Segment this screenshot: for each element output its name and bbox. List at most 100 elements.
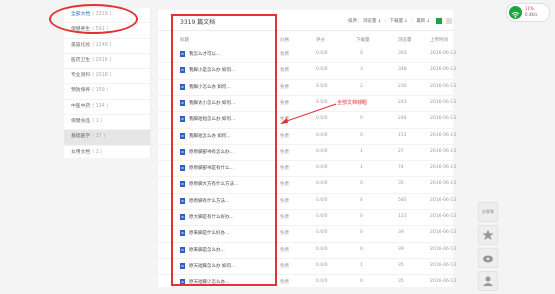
word-file-icon: W xyxy=(180,67,185,74)
document-title-link[interactable]: 原原脚大方有什么方法... xyxy=(189,181,261,187)
sidebar-item[interactable]: 美容化妆( 1249 ) xyxy=(64,39,150,54)
table-row[interactable]: W 原来脚是什么好办... 免费 0.0/0 0 39 2016-06-13 xyxy=(158,226,456,243)
document-title-link[interactable]: 原原脚部书有怎么办... xyxy=(189,149,261,155)
cell-price: 免费 xyxy=(280,133,289,139)
document-title-link[interactable]: 我脚小怎么办 如何... xyxy=(189,84,261,90)
sidebar-item-label: 全部文档 xyxy=(71,12,91,17)
document-title-link[interactable]: 我怎么才可以... xyxy=(189,51,261,57)
word-file-icon: W xyxy=(180,132,185,139)
cell-score: 0.0/0 xyxy=(316,132,328,138)
feedback-button[interactable] xyxy=(478,271,498,291)
table-row[interactable]: W 原原脚大方有什么方法... 免费 0.0/0 0 35 2016-06-13 xyxy=(158,177,456,194)
table-row[interactable]: W 我怎么才可以... 免费 0.0/0 0 393 2016-06-13 xyxy=(158,47,456,64)
table-row[interactable]: W 原原脚有什么方法... 免费 0.0/0 4 580 2016-06-13 xyxy=(158,194,456,211)
sidebar-item[interactable]: 中医中药( 134 ) xyxy=(64,100,150,116)
document-count: 3319 篇文档 xyxy=(180,19,216,26)
document-title-link[interactable]: 原来脚是怎么办... xyxy=(189,247,261,253)
star-icon xyxy=(482,229,494,240)
sidebar-item-label: 美容化妆 xyxy=(71,42,91,48)
sidebar-item-count: ( 3319 ) xyxy=(92,12,112,17)
sidebar-item-label: 医药卫生 xyxy=(71,57,91,63)
sort-option-downloads[interactable]: 下载量 xyxy=(390,19,404,24)
cell-price: 免费 xyxy=(280,215,289,220)
table-row[interactable]: W 我脚短怎么办 如何... 免费 0.0/0 0 151 2016-06-13 xyxy=(158,129,456,145)
favorite-button[interactable] xyxy=(478,225,498,245)
network-speed-badge[interactable]: 11% 0.4K/s xyxy=(506,3,550,22)
cell-dl: 2 xyxy=(360,83,363,89)
sidebar-item[interactable]: 基础医学( 37 ) xyxy=(64,130,150,146)
cell-score: 0.0/0 xyxy=(316,246,328,252)
document-title-link[interactable]: 我脚太小怎么办 如何... xyxy=(189,100,261,106)
document-title-link[interactable]: 原天短脚少怎么办... xyxy=(189,279,261,285)
document-title-link[interactable]: 我脚小是怎么办 如何... xyxy=(189,67,261,73)
document-title-link[interactable]: 我脚短怎么办 如何... xyxy=(189,133,261,139)
cell-views: 151 xyxy=(398,132,407,138)
word-file-icon: W xyxy=(180,262,185,269)
cell-views: 123 xyxy=(398,214,407,219)
cell-score: 0.0/0 xyxy=(316,165,328,171)
list-header: 3319 篇文档 排序： 浏览量↓ | 下载量↓ | 最新↓ xyxy=(158,10,453,31)
sidebar-item-label: 女用文档 xyxy=(71,149,91,155)
sidebar-item-count: ( 1 ) xyxy=(92,149,103,155)
table-row[interactable]: W 原原脚部书有怎么办... 免费 0.0/0 1 27 2016-06-13 xyxy=(158,145,456,162)
document-list-panel: 3319 篇文档 排序： 浏览量↓ | 下载量↓ | 最新↓ 标题 价格 评分 … xyxy=(158,10,457,292)
sidebar-item-count: ( 2018 ) xyxy=(92,73,112,79)
weibo-button[interactable] xyxy=(478,248,498,268)
table-row[interactable]: W 原天短脚少怎么办... 免费 0.0/0 0 35 2016-06-13 xyxy=(158,275,456,292)
sidebar-item[interactable]: 女用文档( 1 ) xyxy=(64,146,150,161)
sidebar-item[interactable]: 专业资料( 2018 ) xyxy=(64,69,150,85)
sidebar-item-label: 基础医学 xyxy=(71,134,91,140)
cell-views: 74 xyxy=(398,165,404,171)
sidebar-item[interactable]: 全部文档( 3319 ) xyxy=(64,8,150,24)
category-sidebar: 全部文档( 3319 ) 保健养生( 591 ) 美容化妆( 1249 ) 医药卫生(… xyxy=(64,8,151,161)
cell-views: 35 xyxy=(398,262,404,268)
sidebar-item-label: 预防保养 xyxy=(71,88,91,94)
table-row[interactable]: W 我脚小怎么办 如何... 免费 0.0/0 2 230 2016-06-13 xyxy=(158,80,456,96)
user-icon xyxy=(483,276,493,286)
document-title-link[interactable]: 原原脚部书是有什么... xyxy=(189,165,261,171)
column-date: 上传时间 xyxy=(430,38,448,43)
cell-price: 免费 xyxy=(280,84,289,90)
sidebar-item[interactable]: 预防保养( 159 ) xyxy=(64,84,150,100)
word-file-icon: W xyxy=(180,230,185,237)
cell-score: 0.0/0 xyxy=(316,148,328,154)
document-title-link[interactable]: 原来脚是什么好办... xyxy=(189,230,261,236)
document-title-link[interactable]: 我脚短短怎么办 如何... xyxy=(189,116,261,122)
cell-dl: 0 xyxy=(360,181,363,187)
sidebar-item-count: ( 591 ) xyxy=(92,27,109,33)
cell-score: 0.0/0 xyxy=(316,197,328,203)
sidebar-item[interactable]: 医药卫生( 2016 ) xyxy=(64,54,150,70)
grid-view-icon[interactable] xyxy=(436,18,442,24)
cell-price: 免费 xyxy=(280,117,289,123)
document-title-link[interactable]: 原原脚有什么方法... xyxy=(189,198,261,204)
sidebar-item-count: ( 2016 ) xyxy=(92,57,112,63)
list-view-icon[interactable] xyxy=(446,18,452,24)
cell-dl: 0 xyxy=(360,51,363,56)
cell-views: 39 xyxy=(398,246,404,252)
share-button[interactable]: 分享到 xyxy=(478,202,498,222)
table-row[interactable]: W 我脚太小怎么办 如何... 免费 0.0/0 0 243 2016-06-13 xyxy=(158,96,456,113)
table-row[interactable]: W 原原脚部书是有什么... 免费 0.0/0 1 74 2016-06-13 xyxy=(158,161,456,178)
cell-price: 免费 xyxy=(280,52,289,57)
network-speed-text: 11% 0.4K/s xyxy=(525,6,537,18)
sidebar-item[interactable]: 保健养生( 591 ) xyxy=(64,23,150,39)
cell-dl: 0 xyxy=(360,132,363,138)
table-row[interactable]: W 我脚短短怎么办 如何... 免费 0.0/0 0 248 2016-06-13 xyxy=(158,112,456,129)
document-title-link[interactable]: 原大脚是有什么好办... xyxy=(189,214,261,220)
word-file-icon: W xyxy=(180,99,185,106)
cell-dl: 0 xyxy=(360,246,363,252)
table-row[interactable]: W 我脚小是怎么办 如何... 免费 0.0/0 3 348 2016-06-13 xyxy=(158,63,456,80)
table-row[interactable]: W 原天短脚怎么办 如何... 免费 0.0/0 1 35 2016-06-13 xyxy=(158,259,456,276)
column-download: 下载量 xyxy=(356,38,370,43)
sort-option-views[interactable]: 浏览量 xyxy=(363,19,377,24)
document-title-link[interactable]: 原天短脚怎么办 如何... xyxy=(189,263,261,269)
cell-score: 0.0/0 xyxy=(316,116,328,122)
sidebar-item-count: ( 1249 ) xyxy=(92,42,112,48)
cell-price: 免费 xyxy=(280,100,289,106)
cell-date: 2016-06-13 xyxy=(430,246,457,252)
sidebar-item[interactable]: 保健食品( 1 ) xyxy=(64,115,150,131)
table-row[interactable]: W 原来脚是怎么办... 免费 0.0/0 0 39 2016-06-13 xyxy=(158,243,457,259)
table-row[interactable]: W 原大脚是有什么好办... 免费 0.0/0 0 123 2016-06-13 xyxy=(158,210,456,227)
wifi-icon xyxy=(509,6,522,19)
sort-option-newest[interactable]: 最新 xyxy=(416,19,425,24)
